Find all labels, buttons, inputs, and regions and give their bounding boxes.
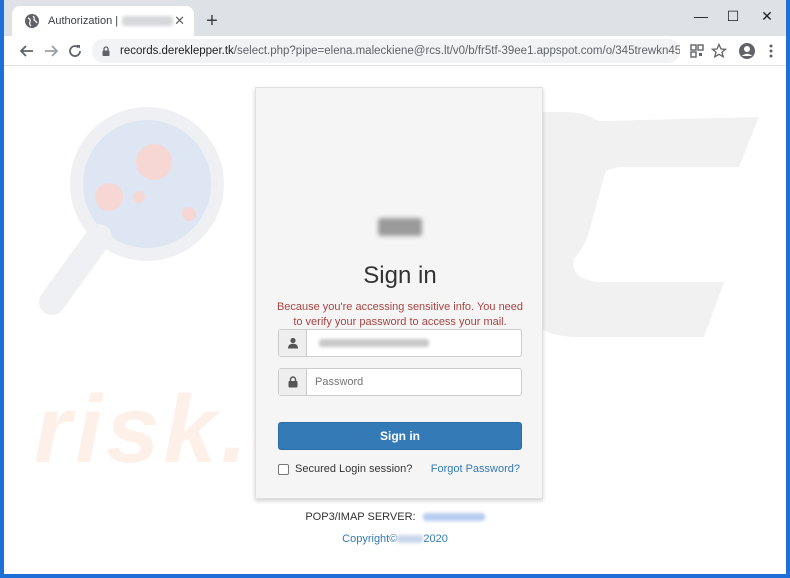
secured-login-option[interactable]: Secured Login session? xyxy=(278,463,412,475)
email-value-redacted xyxy=(319,339,429,347)
browser-window: Authorization | ✕ + records.dereklepper.… xyxy=(0,0,790,578)
lock-icon-addon xyxy=(279,369,307,395)
lock-icon xyxy=(102,46,110,56)
qr-icon[interactable] xyxy=(688,42,706,60)
tab-title: Authorization | xyxy=(48,15,119,27)
close-tab-icon[interactable]: ✕ xyxy=(173,13,186,29)
profile-icon[interactable] xyxy=(738,42,756,60)
minimize-window-button[interactable]: — xyxy=(684,6,718,28)
login-card: Sign in Because you're accessing sensiti… xyxy=(255,87,543,499)
sign-in-button[interactable]: Sign in xyxy=(278,422,522,450)
close-window-button[interactable]: ✕ xyxy=(750,6,784,28)
server-value-redacted xyxy=(422,513,485,522)
server-label: POP3/IMAP SERVER: xyxy=(305,511,416,523)
copyright-prefix: Copyright© xyxy=(342,533,398,545)
padlock-icon xyxy=(288,376,297,388)
server-info: POP3/IMAP SERVER: xyxy=(4,511,786,523)
copyright: Copyright© 2020 xyxy=(4,533,786,545)
user-icon-addon xyxy=(279,330,307,356)
back-icon[interactable] xyxy=(16,40,38,62)
user-icon xyxy=(287,337,298,349)
url-path: /select.php?pipe=elena.maleckiene@rcs.lt… xyxy=(233,45,680,57)
new-tab-button[interactable]: + xyxy=(202,11,222,32)
forgot-password-link[interactable]: Forgot Password? xyxy=(431,463,520,475)
tab-title-redacted xyxy=(122,16,174,26)
maximize-window-button[interactable]: ☐ xyxy=(716,6,750,28)
page-title: Sign in xyxy=(363,262,437,289)
tab-strip: Authorization | ✕ + xyxy=(4,0,786,36)
url-text: records.dereklepper.tk/select.php?pipe=e… xyxy=(120,45,680,57)
copyright-owner-redacted xyxy=(397,535,424,544)
star-icon[interactable] xyxy=(710,42,728,60)
copyright-year: 2020 xyxy=(423,533,448,545)
url-host: records.dereklepper.tk xyxy=(120,45,234,57)
email-field[interactable] xyxy=(278,329,522,357)
globe-icon xyxy=(25,14,39,28)
address-bar[interactable]: records.dereklepper.tk/select.php?pipe=e… xyxy=(92,39,680,63)
secured-login-label: Secured Login session? xyxy=(295,463,413,475)
forward-icon[interactable] xyxy=(40,40,62,62)
secured-login-checkbox[interactable] xyxy=(278,463,289,475)
page-content: risk.com Sign in Because you're accessin… xyxy=(4,67,786,574)
menu-icon[interactable] xyxy=(762,42,780,60)
active-tab[interactable]: Authorization | ✕ xyxy=(12,6,194,36)
password-field[interactable] xyxy=(278,368,522,396)
password-input[interactable] xyxy=(307,369,521,395)
reload-icon[interactable] xyxy=(64,40,86,62)
browser-toolbar: records.dereklepper.tk/select.php?pipe=e… xyxy=(4,36,786,66)
brand-logo-redacted xyxy=(378,218,422,236)
security-notice: Because you're accessing sensitive info.… xyxy=(276,301,524,328)
